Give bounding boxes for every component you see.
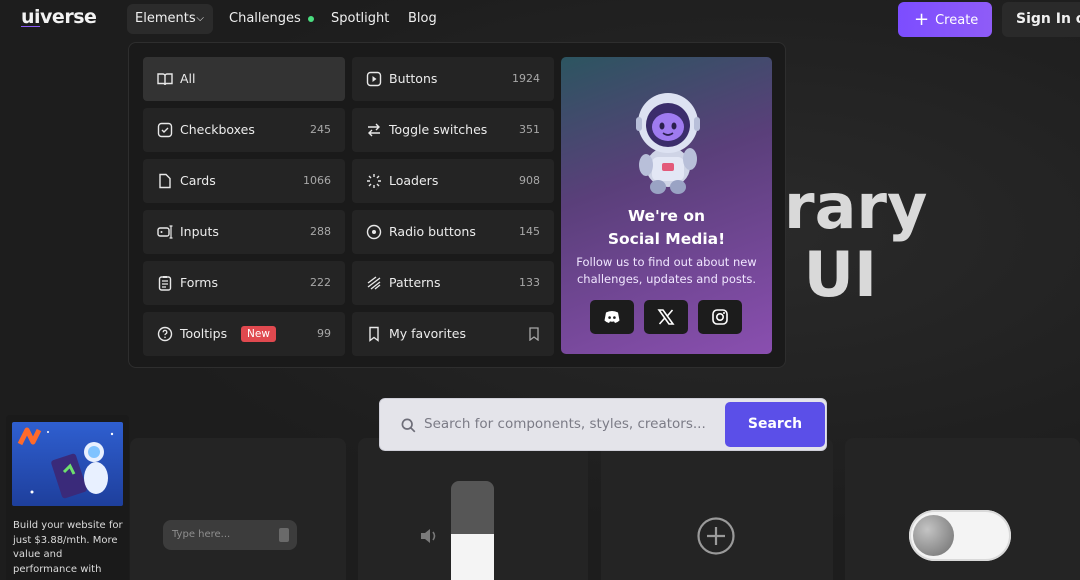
category-all[interactable]: All bbox=[143, 57, 345, 101]
nav-elements-dropdown[interactable]: Elements ⌵ bbox=[127, 4, 213, 34]
loader-icon bbox=[367, 174, 381, 188]
category-count: 1066 bbox=[303, 174, 331, 187]
radio-icon bbox=[366, 224, 382, 240]
category-label: All bbox=[180, 71, 196, 86]
input-icon bbox=[157, 225, 173, 239]
ad-illustration-icon bbox=[17, 427, 114, 499]
card-icon bbox=[159, 173, 171, 189]
category-count: 222 bbox=[310, 276, 331, 289]
category-forms[interactable]: Forms 222 bbox=[143, 261, 345, 305]
category-label: Tooltips bbox=[180, 326, 228, 341]
form-icon bbox=[158, 276, 172, 291]
x-twitter-icon bbox=[657, 309, 675, 325]
top-navigation: uiverse Elements ⌵ Challenges Spotlight … bbox=[0, 0, 1080, 40]
promo-description: Follow us to find out about new challeng… bbox=[576, 255, 757, 286]
nav-elements-label: Elements bbox=[135, 11, 196, 26]
category-cards[interactable]: Cards 1066 bbox=[143, 159, 345, 203]
category-label: Checkboxes bbox=[180, 122, 255, 137]
new-badge: New bbox=[241, 326, 276, 342]
create-button[interactable]: + Create bbox=[898, 2, 992, 37]
ad-image bbox=[12, 422, 123, 506]
instagram-button[interactable] bbox=[698, 300, 742, 334]
category-loaders[interactable]: Loaders 908 bbox=[352, 159, 554, 203]
checkbox-icon bbox=[157, 122, 173, 138]
category-label: Loaders bbox=[389, 173, 439, 188]
category-count: 145 bbox=[519, 225, 540, 238]
category-count: 133 bbox=[519, 276, 540, 289]
preview-card-volume-slider[interactable] bbox=[358, 438, 588, 580]
volume-slider[interactable] bbox=[451, 481, 494, 580]
category-label: My favorites bbox=[389, 326, 466, 341]
toggle-icon bbox=[368, 123, 380, 137]
social-media-promo: We're on Social Media! Follow us to find… bbox=[561, 57, 772, 354]
volume-slider-fill bbox=[451, 533, 494, 580]
category-toggle-switches[interactable]: Toggle switches 351 bbox=[352, 108, 554, 152]
preview-toggle-switch[interactable] bbox=[909, 510, 1011, 561]
category-label: Inputs bbox=[180, 224, 219, 239]
search-button[interactable]: Search bbox=[725, 402, 825, 447]
discord-button[interactable] bbox=[590, 300, 634, 334]
preview-card-add[interactable] bbox=[601, 438, 833, 580]
search-icon bbox=[401, 418, 416, 433]
tooltip-icon bbox=[157, 326, 173, 342]
x-twitter-button[interactable] bbox=[644, 300, 688, 334]
category-checkboxes[interactable]: Checkboxes 245 bbox=[143, 108, 345, 152]
instagram-icon bbox=[712, 309, 728, 325]
search-input[interactable]: Search for components, styles, creators.… bbox=[424, 399, 706, 450]
create-label: Create bbox=[935, 13, 979, 28]
hero-title-line-1: rary bbox=[784, 170, 928, 243]
uiverse-logo[interactable]: uiverse bbox=[21, 6, 97, 28]
category-count: 245 bbox=[310, 123, 331, 136]
category-label: Buttons bbox=[389, 71, 438, 86]
promo-title: We're on Social Media! bbox=[607, 207, 726, 248]
pattern-icon bbox=[367, 276, 381, 290]
category-label: Forms bbox=[180, 275, 219, 290]
book-icon bbox=[157, 73, 173, 86]
sign-in-button[interactable]: Sign In or bbox=[1002, 2, 1080, 37]
category-buttons[interactable]: Buttons 1924 bbox=[352, 57, 554, 101]
discord-icon bbox=[604, 311, 620, 323]
bookmark-icon bbox=[369, 326, 379, 342]
category-count: 351 bbox=[519, 123, 540, 136]
sponsored-ad[interactable]: Build your website for just $3.88/mth. M… bbox=[6, 415, 129, 580]
category-label: Radio buttons bbox=[389, 224, 476, 239]
preview-card-input[interactable]: Type here... bbox=[130, 438, 346, 580]
category-radio-buttons[interactable]: Radio buttons 145 bbox=[352, 210, 554, 254]
category-label: Patterns bbox=[389, 275, 441, 290]
nav-challenges-label: Challenges bbox=[229, 11, 301, 26]
nav-challenges[interactable]: Challenges bbox=[229, 4, 314, 34]
nav-spotlight[interactable]: Spotlight bbox=[331, 4, 389, 34]
chevron-down-icon: ⌵ bbox=[196, 13, 204, 24]
toggle-knob bbox=[913, 515, 954, 556]
slash-key-icon bbox=[279, 528, 289, 542]
online-dot-icon bbox=[307, 15, 314, 22]
ad-text: Build your website for just $3.88/mth. M… bbox=[13, 520, 123, 575]
plus-icon: + bbox=[914, 9, 930, 30]
component-search-bar: Search for components, styles, creators.… bbox=[379, 398, 827, 451]
button-icon bbox=[366, 71, 382, 87]
category-count: 1924 bbox=[512, 72, 540, 85]
elements-dropdown-menu: All Buttons 1924 Checkboxes 245 Toggle s… bbox=[128, 42, 786, 368]
nav-blog[interactable]: Blog bbox=[408, 4, 437, 34]
category-count: 288 bbox=[310, 225, 331, 238]
astronaut-icon bbox=[636, 93, 700, 194]
preview-card-toggle[interactable] bbox=[845, 438, 1080, 580]
category-label: Toggle switches bbox=[389, 122, 488, 137]
category-count: 99 bbox=[317, 327, 331, 340]
bookmark-icon bbox=[529, 327, 539, 341]
category-patterns[interactable]: Patterns 133 bbox=[352, 261, 554, 305]
category-label: Cards bbox=[180, 173, 216, 188]
category-inputs[interactable]: Inputs 288 bbox=[143, 210, 345, 254]
plus-circle-icon bbox=[697, 517, 735, 555]
category-my-favorites[interactable]: My favorites bbox=[352, 312, 554, 356]
speaker-icon bbox=[421, 529, 436, 543]
category-count: 908 bbox=[519, 174, 540, 187]
category-tooltips[interactable]: Tooltips New 99 bbox=[143, 312, 345, 356]
preview-text-input[interactable]: Type here... bbox=[163, 520, 297, 550]
